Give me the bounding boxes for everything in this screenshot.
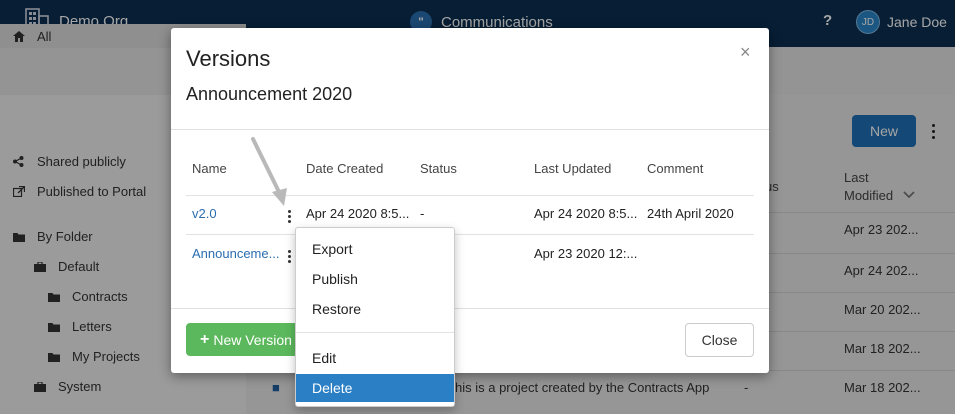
cell-status: - bbox=[420, 206, 425, 221]
new-version-button[interactable]: + New Version bbox=[186, 323, 298, 356]
cell-comment: 24th April 2020 bbox=[647, 206, 734, 221]
cell-last-updated: Apr 24 2020 8:5... bbox=[534, 206, 638, 221]
menu-item-edit[interactable]: Edit bbox=[296, 345, 454, 371]
close-button[interactable]: Close bbox=[685, 323, 754, 357]
menu-item-delete[interactable]: Delete bbox=[296, 374, 454, 402]
column-header-name[interactable]: Name bbox=[192, 161, 227, 176]
annotation-arrow-icon bbox=[251, 137, 287, 206]
dialog-subtitle: Announcement 2020 bbox=[186, 84, 353, 104]
divider bbox=[171, 129, 769, 130]
cell-last-updated: Apr 23 2020 12:... bbox=[534, 246, 638, 261]
dialog-title: Versions bbox=[186, 46, 271, 71]
plus-icon: + bbox=[200, 330, 210, 348]
column-header-last-updated[interactable]: Last Updated bbox=[534, 161, 611, 176]
close-icon[interactable]: × bbox=[740, 42, 751, 63]
column-header-date-created[interactable]: Date Created bbox=[306, 161, 383, 176]
divider bbox=[171, 308, 769, 309]
menu-item-publish[interactable]: Publish bbox=[296, 266, 454, 292]
row-actions-menu: Export Publish Restore Edit Delete bbox=[295, 227, 455, 407]
cell-date-created: Apr 24 2020 8:5... bbox=[306, 206, 410, 221]
menu-item-export[interactable]: Export bbox=[296, 236, 454, 262]
column-header-status[interactable]: Status bbox=[420, 161, 457, 176]
menu-divider bbox=[296, 332, 454, 333]
new-version-label: New Version bbox=[213, 331, 292, 348]
column-header-comment[interactable]: Comment bbox=[647, 161, 703, 176]
row-divider bbox=[186, 234, 754, 235]
menu-item-restore[interactable]: Restore bbox=[296, 296, 454, 322]
version-name-link[interactable]: Announceme... bbox=[192, 246, 282, 261]
row-actions-icon[interactable] bbox=[284, 247, 294, 265]
